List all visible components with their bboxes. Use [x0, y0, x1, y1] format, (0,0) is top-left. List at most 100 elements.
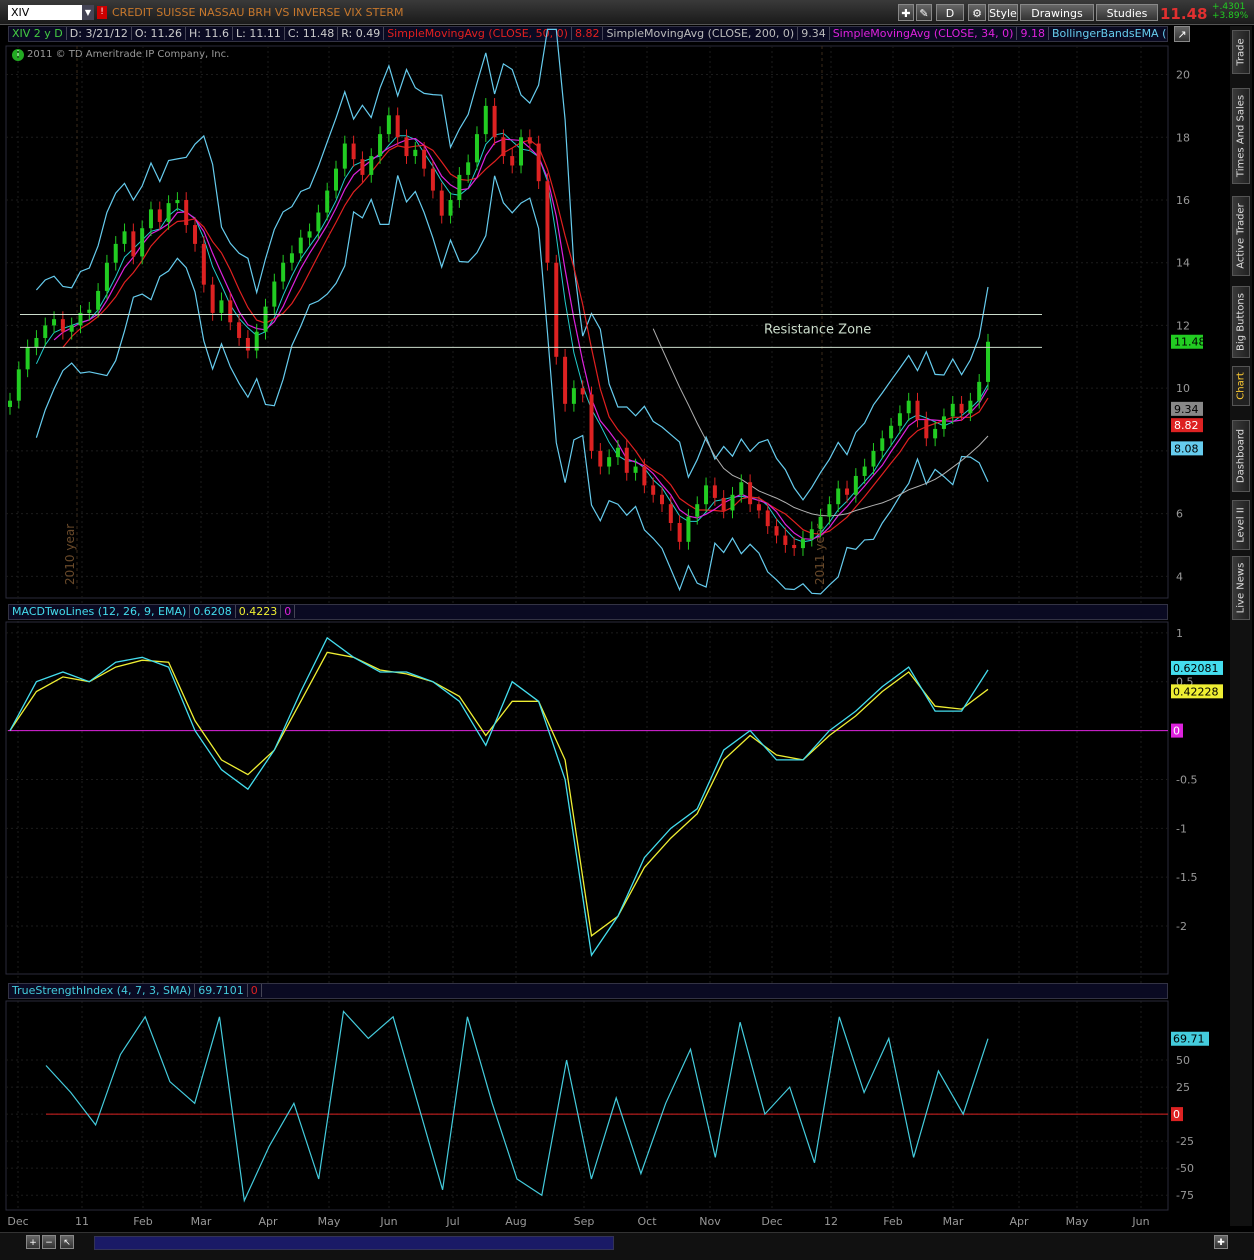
candle-body — [545, 181, 550, 263]
x-tick-label: Oct — [637, 1215, 657, 1228]
candle-body — [695, 504, 700, 517]
macd-legend: MACDTwoLines (12, 26, 9, EMA) 0.6208 0.422… — [8, 604, 1168, 620]
candle-body — [642, 466, 647, 486]
candle-body — [792, 544, 797, 549]
macd-tick-label: -1 — [1176, 822, 1187, 835]
candle-body — [563, 356, 568, 404]
resistance-annotation: Resistance Zone — [764, 322, 871, 337]
bollinger-upper-line — [35, 28, 989, 501]
sma200-tag: 9.34 — [1174, 403, 1199, 416]
x-tick-label: 11 — [75, 1215, 89, 1228]
candle-body — [307, 231, 312, 238]
macd-avg-tag: 0.42228 — [1173, 685, 1219, 698]
tsi-zero: 0 — [247, 984, 262, 997]
candle-body — [880, 438, 885, 451]
candle-body — [289, 253, 294, 263]
scroll-thumb[interactable] — [94, 1236, 614, 1250]
candle-body — [422, 149, 427, 169]
candle-body — [148, 209, 153, 229]
tab-times-and-sales[interactable]: Times And Sales — [1232, 88, 1250, 184]
candle-body — [950, 403, 955, 417]
candle-body — [536, 143, 541, 182]
candle-body — [501, 137, 506, 157]
candle-body — [369, 156, 374, 175]
tab-active-trader[interactable]: Active Trader — [1232, 196, 1250, 276]
candle-body — [712, 485, 717, 498]
tsi-panel-frame — [5, 1000, 1169, 1211]
candle-body — [34, 337, 39, 348]
x-tick-label: Feb — [133, 1215, 152, 1228]
candle-body — [748, 482, 753, 505]
price-tick-label: 6 — [1176, 508, 1183, 521]
tsi-grid: -75 -50 -25 25 50 — [5, 1000, 1194, 1211]
tab-big-buttons[interactable]: Big Buttons — [1232, 286, 1250, 358]
candle-body — [25, 347, 30, 370]
x-tick-label: Nov — [699, 1215, 721, 1228]
zoom-in-icon[interactable]: + — [26, 1235, 40, 1249]
candle-body — [739, 482, 744, 495]
candle-body — [933, 428, 938, 439]
tsi-legend: TrueStrengthIndex (4, 7, 3, SMA) 69.7101 0 — [8, 983, 1168, 999]
candle-body — [281, 262, 286, 282]
candle-body — [651, 485, 656, 495]
candle-body — [897, 413, 902, 426]
tab-active-trader-label: Active Trader — [1235, 203, 1247, 269]
macd-value-line — [9, 636, 989, 958]
candle-body — [263, 306, 268, 332]
x-axis: Dec 11 Feb Mar Apr May Jun Jul Aug Sep Oct Nov Dec 12… — [7, 1215, 1149, 1228]
x-tick-label: 12 — [824, 1215, 838, 1228]
candle-body — [889, 425, 894, 439]
x-tick-label: Apr — [258, 1215, 278, 1228]
tab-big-buttons-label: Big Buttons — [1235, 293, 1247, 351]
candle-body — [624, 447, 629, 473]
candle-body — [60, 319, 65, 332]
candle-body — [686, 516, 691, 542]
candle-body — [598, 450, 603, 467]
candle-body — [519, 137, 524, 166]
candle-body — [607, 457, 612, 467]
macd-study-label[interactable]: MACDTwoLines (12, 26, 9, EMA) — [9, 605, 191, 618]
expand-icon[interactable]: ✚ — [1214, 1235, 1228, 1249]
tab-chart[interactable]: Chart — [1232, 366, 1250, 406]
x-tick-label: Dec — [761, 1215, 782, 1228]
candle-body — [166, 203, 171, 222]
tab-live-news-label: Live News — [1235, 562, 1247, 614]
x-tick-label: May — [1066, 1215, 1089, 1228]
x-tick-label: Apr — [1009, 1215, 1029, 1228]
x-tick-label: Mar — [191, 1215, 212, 1228]
x-tick-label: Mar — [943, 1215, 964, 1228]
candle-body — [660, 494, 664, 505]
tab-level-ii[interactable]: Level II — [1232, 500, 1250, 550]
x-tick-label: Feb — [883, 1215, 902, 1228]
candle-body — [765, 510, 770, 527]
tsi-value-tag: 69.71 — [1173, 1033, 1205, 1046]
candle-body — [334, 168, 338, 191]
candle-body — [457, 174, 462, 200]
macd-tick-label: -0.5 — [1176, 773, 1197, 786]
candle-body — [272, 281, 277, 307]
pointer-icon[interactable]: ↖ — [60, 1235, 74, 1249]
tab-dashboard[interactable]: Dashboard — [1232, 420, 1250, 492]
candle-body — [16, 369, 21, 401]
zoom-out-icon[interactable]: − — [42, 1235, 56, 1249]
candle-body — [228, 300, 233, 323]
candle-body — [87, 309, 92, 313]
tab-trade[interactable]: Trade — [1232, 30, 1250, 74]
tab-live-news[interactable]: Live News — [1232, 556, 1250, 620]
candle-body — [8, 400, 12, 407]
tab-level-ii-label: Level II — [1235, 507, 1247, 543]
candle-body — [730, 494, 735, 511]
candle-body — [404, 137, 409, 157]
x-tick-label: Dec — [7, 1215, 28, 1228]
x-tick-label: Sep — [574, 1215, 595, 1228]
bollinger-mid-line — [35, 132, 989, 543]
candle-body — [915, 400, 920, 420]
price-tick-label: 20 — [1176, 69, 1190, 82]
macd-avg-line — [9, 651, 989, 937]
tsi-study-label[interactable]: TrueStrengthIndex (4, 7, 3, SMA) — [9, 984, 196, 997]
x-tick-label: Jun — [379, 1215, 397, 1228]
candle-body — [474, 134, 479, 163]
price-tick-label: 12 — [1176, 319, 1190, 332]
macd-tick-label: 1 — [1176, 627, 1183, 640]
candle-body — [862, 466, 867, 476]
